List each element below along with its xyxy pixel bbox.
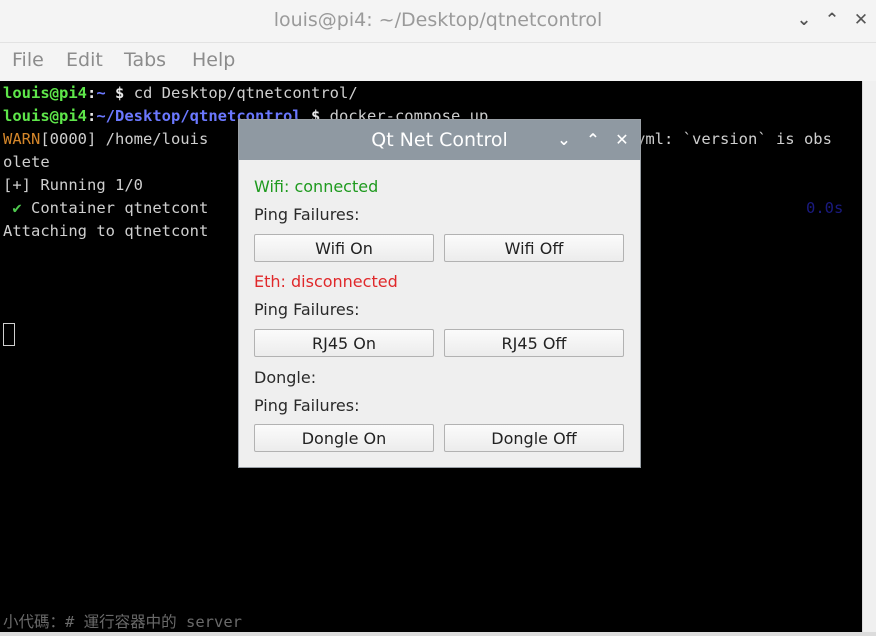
terminal-line: louis@pi4:~ $ cd Desktop/qtnetcontrol/ <box>3 84 358 102</box>
terminal-line: Attaching to qtnetcont <box>3 222 209 240</box>
terminal-bottom-border <box>0 632 876 636</box>
dialog-titlebar[interactable]: Qt Net Control ⌄ ⌃ ✕ <box>239 120 640 160</box>
terminal-line: olete <box>3 153 50 171</box>
dialog-minimize-icon[interactable]: ⌄ <box>553 128 575 152</box>
dongle-off-button[interactable]: Dongle Off <box>444 424 624 452</box>
terminal-line-tail: yml: `version` is obs <box>636 130 832 148</box>
menu-tabs[interactable]: Tabs <box>124 49 166 71</box>
dialog-maximize-icon[interactable]: ⌃ <box>582 128 604 152</box>
wifi-on-button[interactable]: Wifi On <box>254 234 434 262</box>
dialog-title: Qt Net Control <box>371 129 508 151</box>
terminal-line: WARN[0000] /home/louis <box>3 130 209 148</box>
dongle-ping-failures: Ping Failures: <box>254 396 360 415</box>
menu-edit[interactable]: Edit <box>66 49 103 71</box>
minimize-icon[interactable]: ⌄ <box>792 8 816 32</box>
qt-net-control-dialog: Qt Net Control ⌄ ⌃ ✕ Wifi: connected Pin… <box>238 119 641 468</box>
check-icon: ✔ <box>3 199 31 217</box>
wifi-status: Wifi: connected <box>254 177 379 196</box>
menu-help[interactable]: Help <box>192 49 235 71</box>
terminal-scrollbar[interactable] <box>862 81 876 632</box>
wifi-ping-failures: Ping Failures: <box>254 205 360 224</box>
wifi-off-button[interactable]: Wifi Off <box>444 234 624 262</box>
terminal-titlebar[interactable]: louis@pi4: ~/Desktop/qtnetcontrol ⌄ ⌃ ✕ <box>0 0 876 43</box>
rj45-on-button[interactable]: RJ45 On <box>254 329 434 357</box>
terminal-line-time: 0.0s <box>806 199 844 217</box>
maximize-icon[interactable]: ⌃ <box>820 8 844 32</box>
terminal-menubar: File Edit Tabs Help <box>0 43 876 81</box>
terminal-cursor <box>3 323 15 346</box>
terminal-line: ✔ Container qtnetcont <box>3 199 209 217</box>
dongle-on-button[interactable]: Dongle On <box>254 424 434 452</box>
dongle-status: Dongle: <box>254 368 317 387</box>
eth-status: Eth: disconnected <box>254 272 398 291</box>
close-icon[interactable]: ✕ <box>849 8 873 32</box>
menu-file[interactable]: File <box>12 49 44 71</box>
terminal-title: louis@pi4: ~/Desktop/qtnetcontrol <box>273 9 603 31</box>
rj45-off-button[interactable]: RJ45 Off <box>444 329 624 357</box>
dialog-close-icon[interactable]: ✕ <box>611 128 633 152</box>
terminal-line-faded: 小代碼：# 運行容器中的 server <box>3 613 242 631</box>
terminal-line: [+] Running 1/0 <box>3 176 143 194</box>
eth-ping-failures: Ping Failures: <box>254 300 360 319</box>
